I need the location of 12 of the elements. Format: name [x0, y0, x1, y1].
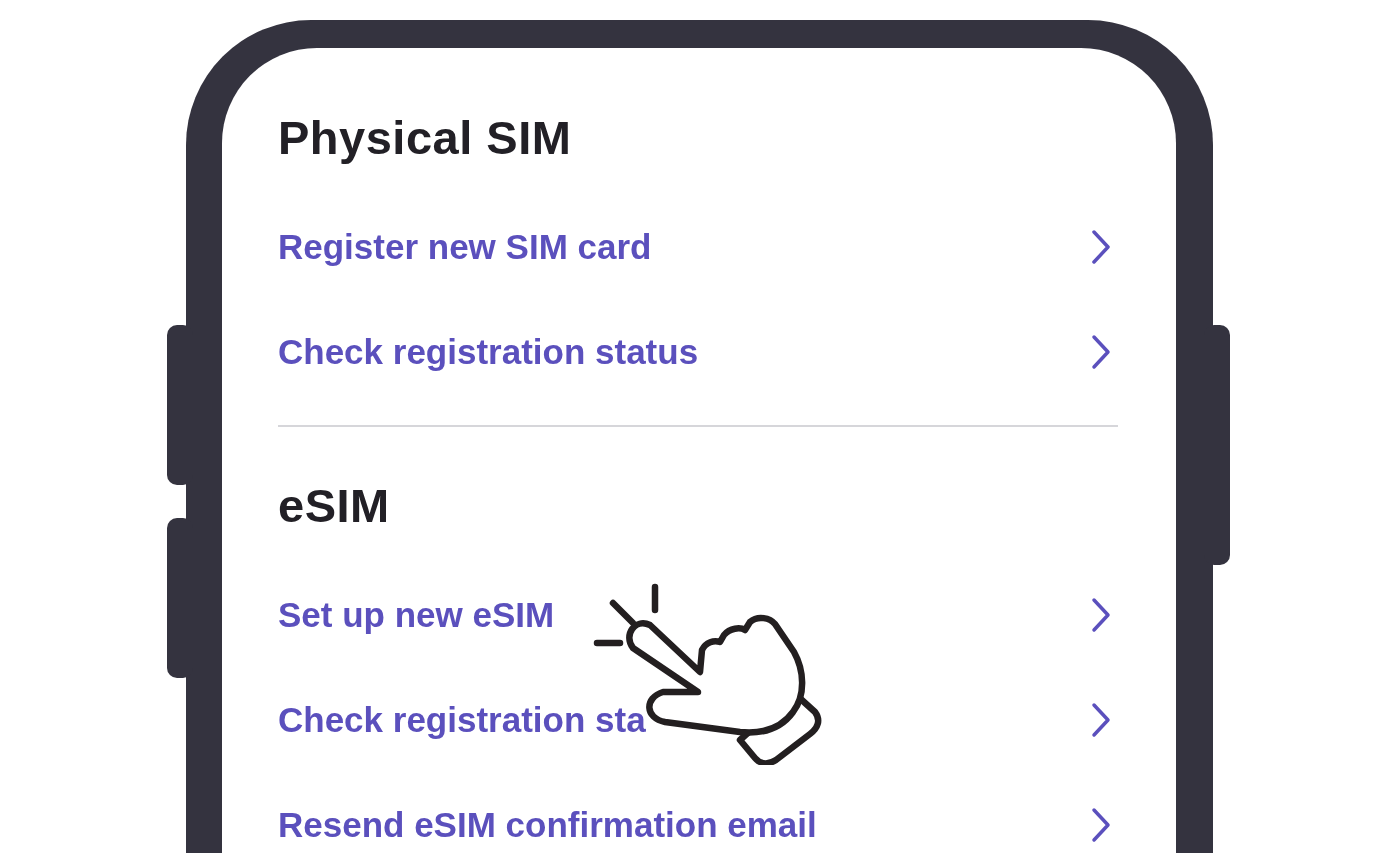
section-heading: Physical SIM [278, 110, 573, 166]
chevron-icon [1090, 333, 1112, 370]
menu-item[interactable]: Check registration sta [278, 667, 1118, 772]
menu-item[interactable]: Set up new eSIM [278, 562, 1118, 667]
chevron-icon [1090, 596, 1112, 633]
menu-item[interactable]: Register new SIM card [278, 194, 1118, 299]
chevron-icon [1090, 228, 1112, 265]
menu-item[interactable]: Check registration status [278, 299, 1118, 404]
chevron-icon [1090, 701, 1112, 738]
menu-item[interactable]: Resend eSIM confirmation email [278, 772, 1118, 853]
section-heading: eSIM [278, 478, 391, 534]
chevron-icon [1090, 806, 1112, 843]
